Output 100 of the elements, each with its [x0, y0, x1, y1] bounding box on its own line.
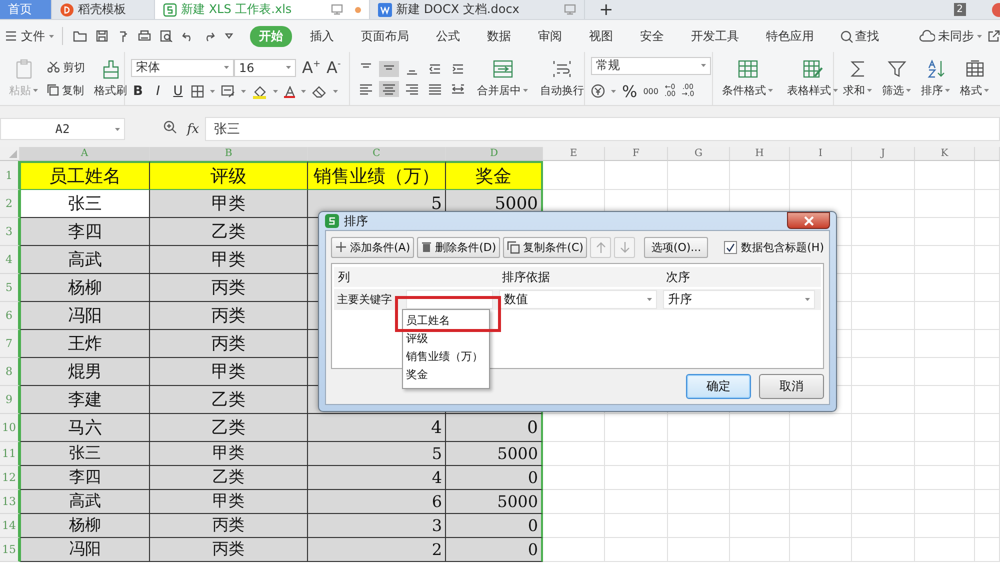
table-cell: 甲类 [150, 246, 308, 274]
sort-basis-field[interactable]: 数值 [499, 290, 657, 309]
table-cell [790, 442, 852, 466]
table-cell [915, 274, 975, 302]
column-heading: 奖金 [446, 161, 543, 190]
column-header[interactable]: J [852, 147, 915, 161]
name-box[interactable]: A2 [0, 118, 125, 140]
options-button[interactable]: 选项(O)... [644, 236, 708, 258]
tab[interactable]: 新建 DOCX 文档.docx [370, 0, 585, 19]
window-count-badge[interactable]: 2 [954, 3, 966, 16]
table-cell [975, 466, 1000, 490]
format-painter-icon[interactable] [117, 30, 129, 42]
table-cell [852, 514, 915, 538]
italic-button[interactable]: I [151, 84, 165, 99]
format-painter-button[interactable]: 格式刷 [91, 59, 130, 98]
search-button[interactable]: 查找 [840, 28, 879, 44]
ribbon-tab[interactable]: 特色应用 [757, 26, 823, 46]
eraser-icon[interactable] [312, 86, 327, 98]
sync-button[interactable]: 未同步 [919, 28, 982, 44]
delete-condition-button[interactable]: 删除条件(D) [417, 236, 500, 258]
table-cell: 焜男 [20, 358, 150, 386]
fill-bucket-icon[interactable] [252, 84, 267, 98]
format-button[interactable]: 格式 [957, 59, 992, 98]
copy-icon [507, 240, 520, 254]
column-header[interactable]: G [668, 147, 730, 161]
ribbon-tab[interactable]: 数据 [478, 26, 520, 46]
table-cell [852, 330, 915, 358]
table-cell [852, 386, 915, 414]
ribbon-tab[interactable]: 开发工具 [682, 26, 748, 46]
thousands-button[interactable]: 000 [643, 86, 658, 96]
file-menu[interactable]: 文件 [5, 28, 54, 44]
caret-icon [906, 89, 911, 92]
table-cell: 4 [308, 466, 446, 490]
table-cell: 丙类 [150, 514, 308, 538]
ribbon-tab[interactable]: 页面布局 [352, 26, 418, 46]
column-header[interactable]: F [605, 147, 668, 161]
column-header[interactable]: E [543, 147, 605, 161]
column-header[interactable]: K [915, 147, 975, 161]
save-icon[interactable] [96, 30, 108, 42]
merge-icon [492, 59, 514, 79]
ribbon-tab[interactable]: 安全 [631, 26, 673, 46]
table-cell [852, 442, 915, 466]
wrap-text-button[interactable]: 自动换行 [537, 59, 587, 98]
new-tab-button[interactable]: + [599, 0, 614, 19]
font-name-field[interactable]: 宋体 [131, 58, 234, 76]
cell-style-icon[interactable] [221, 85, 235, 98]
table-cell [975, 274, 1000, 302]
function-button[interactable]: fx [187, 122, 200, 136]
tab[interactable]: 新建 XLS 工作表.xls [155, 0, 370, 19]
dropdown-icon[interactable] [224, 32, 234, 40]
caret-icon [273, 90, 278, 93]
conditional-format-button[interactable]: 条件格式 [719, 59, 776, 98]
copy-button[interactable]: 复制 [47, 82, 85, 98]
table-cell [915, 386, 975, 414]
folder-icon[interactable] [73, 30, 87, 42]
dropdown-option[interactable]: 奖金 [403, 366, 489, 384]
column-header[interactable]: H [730, 147, 790, 161]
border-icon[interactable] [191, 85, 204, 98]
table-cell: 冯阳 [20, 538, 150, 562]
checkbox-label[interactable]: 数据包含标题(H) [741, 240, 824, 254]
share-icon[interactable] [988, 30, 1000, 42]
percent-button[interactable]: % [622, 82, 638, 100]
print-icon[interactable] [138, 30, 151, 42]
cancel-button[interactable]: 取消 [759, 374, 824, 399]
add-condition-button[interactable]: 添加条件(A) [331, 236, 414, 258]
column-header[interactable]: I [790, 147, 852, 161]
ribbon-tab[interactable]: 公式 [427, 26, 469, 46]
table-cell: 乙类 [150, 466, 308, 490]
ribbon-tab[interactable]: 审阅 [529, 26, 571, 46]
font-size-field[interactable]: 16 [234, 58, 296, 76]
copy-condition-button[interactable]: 复制条件(C) [503, 236, 588, 258]
table-cell: 冯阳 [20, 302, 150, 330]
formula-field[interactable]: 张三 [205, 117, 1000, 141]
bold-button[interactable]: B [131, 84, 145, 99]
close-button[interactable] [787, 212, 830, 229]
table-cell [852, 190, 915, 218]
cut-button[interactable]: 剪切 [47, 60, 85, 74]
currency-icon[interactable] [591, 84, 605, 98]
print-preview-icon[interactable] [160, 30, 173, 42]
ok-button[interactable]: 确定 [686, 374, 751, 399]
ribbon-tab[interactable]: 视图 [580, 26, 622, 46]
shrink-font-button[interactable]: A$^{-}$ [326, 58, 341, 77]
filter-button[interactable]: 筛选 [879, 59, 914, 98]
sort-order-field[interactable]: 升序 [663, 290, 815, 309]
checkbox[interactable] [724, 240, 738, 254]
font-color-icon[interactable] [284, 86, 295, 98]
number-format-field[interactable]: 常规 [591, 56, 711, 74]
zoom-icon[interactable] [163, 120, 177, 134]
table-style-button[interactable]: 表格样式 [784, 59, 841, 98]
sort-button[interactable]: 排序 [918, 59, 953, 98]
caret-icon [833, 89, 838, 92]
merge-button[interactable]: 合并居中 [474, 59, 531, 98]
dropdown-option[interactable]: 销售业绩（万） [403, 348, 489, 366]
ribbon-tab[interactable]: 插入 [301, 26, 343, 46]
table-cell: 高武 [20, 246, 150, 274]
underline-button[interactable]: U [171, 84, 185, 99]
sum-button[interactable]: 求和 [840, 59, 875, 98]
dropdown-option[interactable]: 评级 [403, 330, 489, 348]
grow-font-button[interactable]: A$^{+}$ [302, 58, 320, 77]
table-cell [668, 466, 730, 490]
